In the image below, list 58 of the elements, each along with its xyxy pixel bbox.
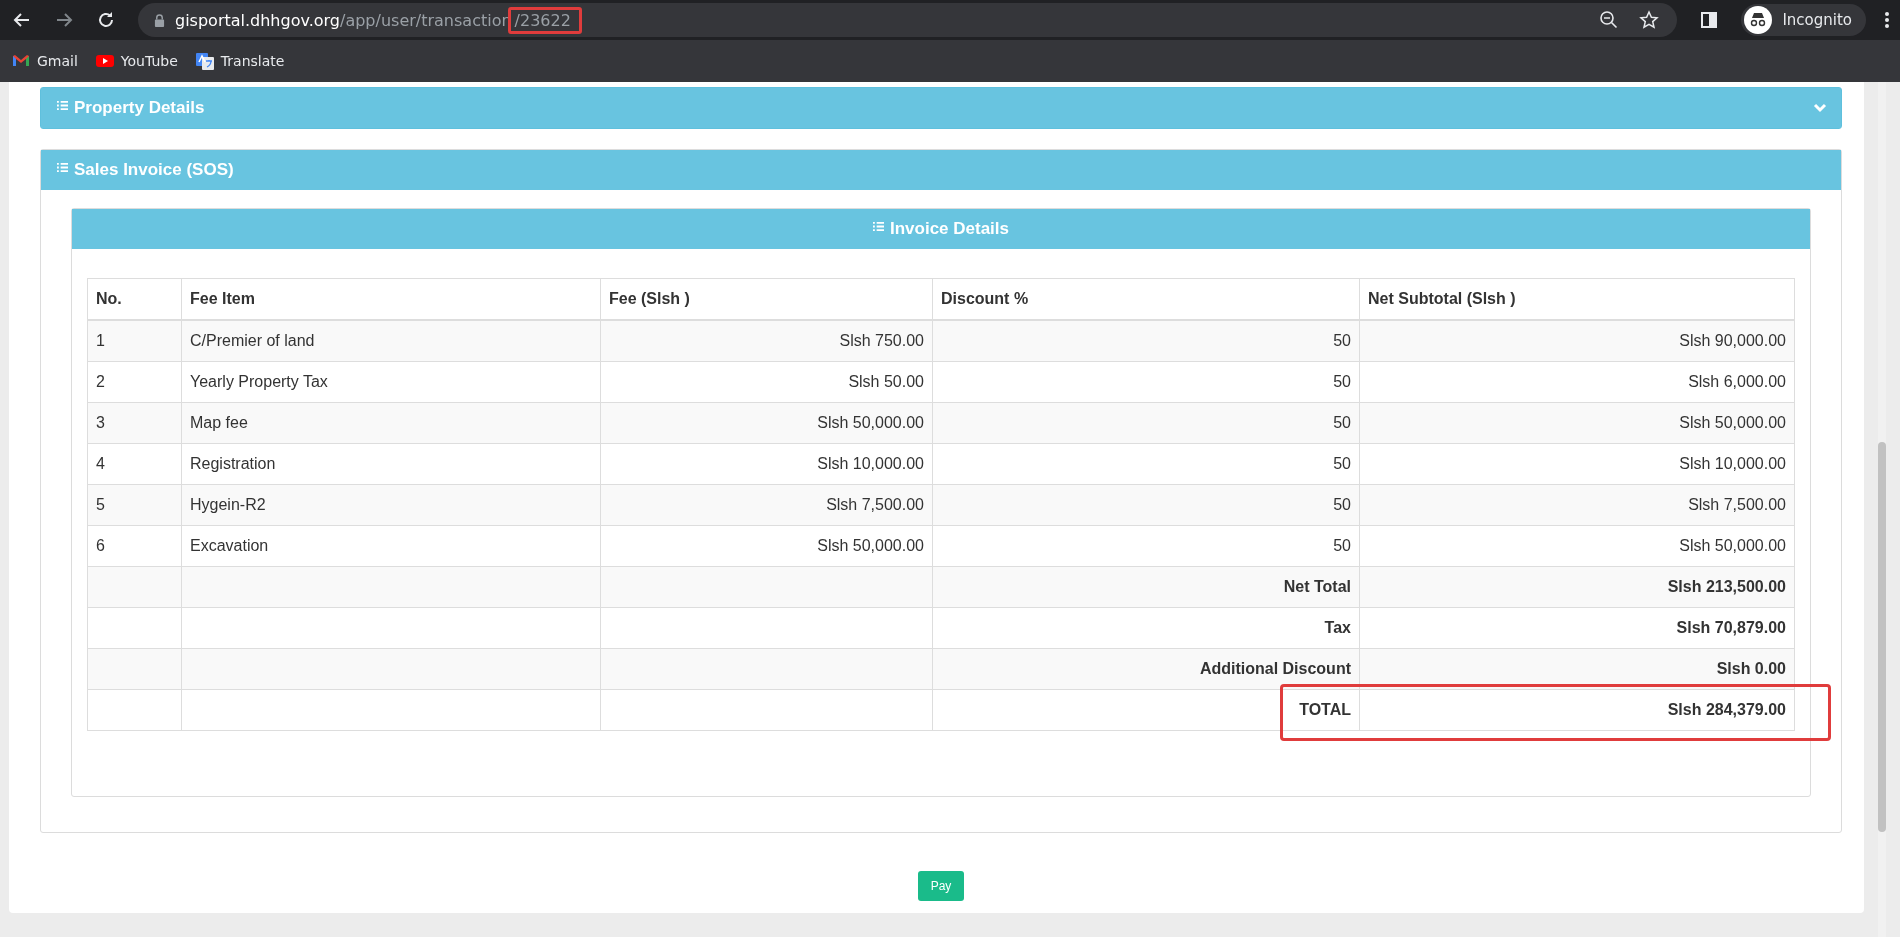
lock-icon: [154, 13, 165, 27]
list-icon: [57, 161, 68, 173]
bookmark[interactable]: Translate: [195, 52, 285, 70]
table-cell: 6: [87, 525, 182, 567]
bookmark[interactable]: Gmail: [12, 52, 78, 70]
scrollbar-thumb[interactable]: [1878, 442, 1886, 832]
table-cell: 3: [87, 402, 182, 444]
table-cell: Slsh 50,000.00: [1359, 402, 1795, 444]
table-cell: 50: [932, 525, 1360, 567]
table-cell: 2: [87, 361, 182, 403]
summary-label: Additional Discount: [932, 648, 1360, 690]
table-cell: 1: [87, 320, 182, 362]
summary-value: Slsh 213,500.00: [1359, 566, 1795, 608]
star-icon[interactable]: [1639, 10, 1660, 30]
profile-button[interactable]: Incognito: [1741, 4, 1866, 36]
table-cell: Slsh 750.00: [600, 320, 933, 362]
menu-icon[interactable]: [1884, 10, 1890, 30]
summary-label: TOTAL: [932, 689, 1360, 731]
table-cell: Slsh 10,000.00: [1359, 443, 1795, 485]
table-cell: Excavation: [181, 525, 601, 567]
summary-value: Slsh 284,379.00: [1359, 689, 1795, 731]
table-cell: Slsh 7,500.00: [600, 484, 933, 526]
table-cell: 50: [932, 361, 1360, 403]
table-cell: 50: [932, 443, 1360, 485]
table-cell: Registration: [181, 443, 601, 485]
summary-label: Tax: [932, 607, 1360, 649]
address-bar[interactable]: gisportal.dhhgov.org/app/user/transaction /23622: [138, 3, 1678, 37]
table-cell: Slsh 50.00: [600, 361, 933, 403]
summary-value: Slsh 70,879.00: [1359, 607, 1795, 649]
list-icon: [57, 99, 68, 111]
table-cell: Slsh 50,000.00: [1359, 525, 1795, 567]
table-cell: Slsh 50,000.00: [600, 402, 933, 444]
table-cell: 5: [87, 484, 182, 526]
zoom-out-icon[interactable]: [1599, 10, 1620, 30]
table-cell: 4: [87, 443, 182, 485]
reload-icon[interactable]: [96, 10, 116, 30]
table-cell: C/Premier of land: [181, 320, 601, 362]
list-icon: [872, 220, 884, 232]
table-cell: Slsh 10,000.00: [600, 443, 933, 485]
table-cell: 50: [932, 484, 1360, 526]
table-cell: Slsh 90,000.00: [1359, 320, 1795, 362]
table-cell: Yearly Property Tax: [181, 361, 601, 403]
table-cell: Slsh 7,500.00: [1359, 484, 1795, 526]
chevron-down-icon: [1813, 103, 1827, 113]
table-cell: Map fee: [181, 402, 601, 444]
table-cell: Hygein-R2: [181, 484, 601, 526]
table-cell: Slsh 6,000.00: [1359, 361, 1795, 403]
table-cell: 50: [932, 402, 1360, 444]
summary-label: Net Total: [932, 566, 1360, 608]
table-cell: 50: [932, 320, 1360, 362]
youtube-icon: [95, 52, 114, 70]
side-panel-icon[interactable]: [1699, 10, 1720, 30]
card-title: Invoice Details: [889, 219, 1010, 239]
incognito-icon: [1744, 6, 1773, 34]
translate-icon: [195, 52, 214, 70]
table-cell: Slsh 50,000.00: [600, 525, 933, 567]
bookmark[interactable]: YouTube: [95, 52, 178, 70]
address-text: gisportal.dhhgov.org/app/user/transaction /23622: [175, 6, 582, 34]
